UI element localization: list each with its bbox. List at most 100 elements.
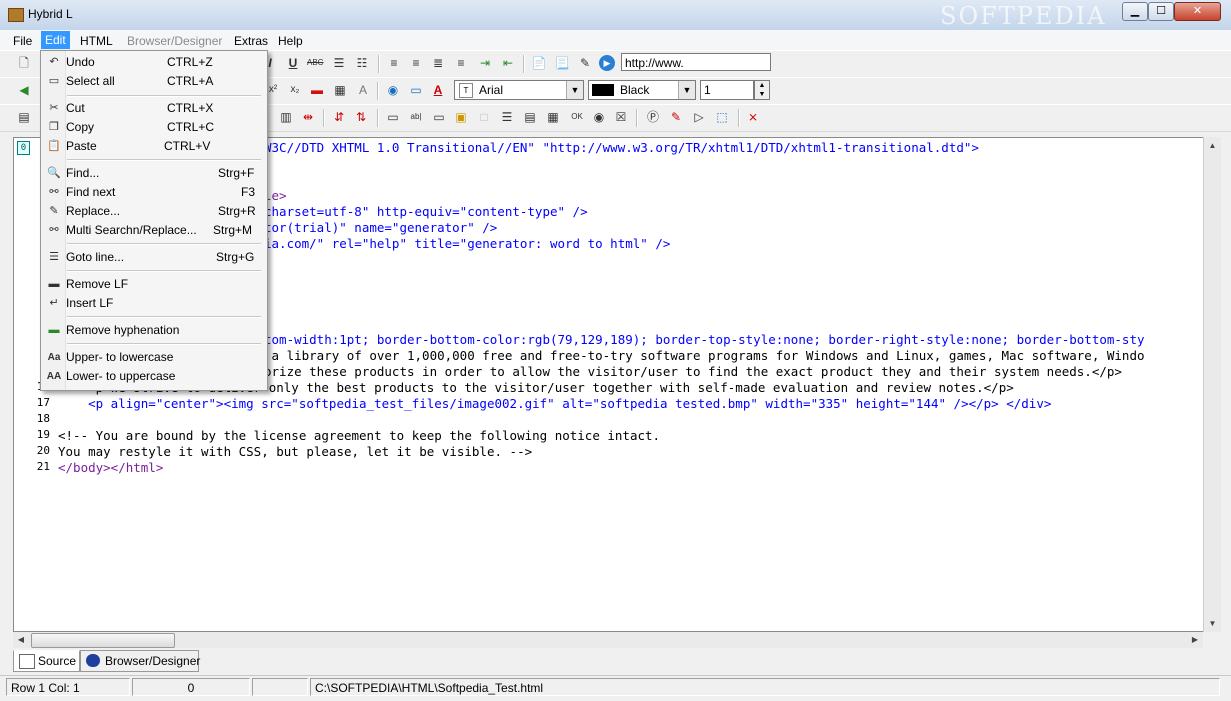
dotted-box-icon[interactable]: ⬚ <box>714 109 730 125</box>
paragraph-icon[interactable]: Ⓟ <box>645 109 661 125</box>
status-bar: Row 1 Col: 1 0 C:\SOFTPEDIA\HTML\Softped… <box>0 675 1231 701</box>
menu-html[interactable]: HTML <box>76 33 117 49</box>
menu-item-select-all[interactable]: ▭ Select all CTRL+A <box>43 72 265 91</box>
indent-icon[interactable]: ⇥ <box>477 55 493 71</box>
outdent-icon[interactable]: ⇤ <box>500 55 516 71</box>
menu-item-paste[interactable]: 📋 Paste CTRL+V <box>43 137 265 156</box>
menu-help[interactable]: Help <box>274 33 307 49</box>
menu-item-insert-lf[interactable]: ↵ Insert LF <box>43 294 265 313</box>
table-columns-icon[interactable]: ▥ <box>278 109 294 125</box>
back-arrow-icon[interactable]: ◀ <box>16 82 32 98</box>
globe-icon <box>86 654 100 667</box>
scroll-left-icon[interactable]: ◀ <box>13 632 29 648</box>
vertical-scrollbar[interactable]: ▲ ▼ <box>1203 137 1221 632</box>
horizontal-rule-icon[interactable]: ▬ <box>309 82 325 98</box>
globe-icon[interactable]: ◉ <box>385 82 401 98</box>
menu-item-multi-search[interactable]: ⚯ Multi Searchn/Replace... Strg+M <box>43 221 265 240</box>
spin-up-icon: ▲ <box>758 82 766 89</box>
form-icon[interactable]: ▭ <box>385 109 401 125</box>
split-rows-icon[interactable]: ⇅ <box>353 109 369 125</box>
underline-icon[interactable]: U <box>285 55 301 71</box>
menu-item-undo[interactable]: ↶ Undo CTRL+Z <box>43 53 265 72</box>
minimize-button[interactable]: ▁ <box>1122 2 1148 21</box>
color-swatch <box>592 84 614 96</box>
code-line: orize these products in order to allow t… <box>264 364 1122 379</box>
align-right-icon[interactable]: ≡ <box>453 55 469 71</box>
menu-extras[interactable]: Extras <box>230 33 272 49</box>
numbered-list-icon[interactable]: ☷ <box>354 55 370 71</box>
scroll-down-icon[interactable]: ▼ <box>1204 615 1221 632</box>
blank-field-icon[interactable]: □ <box>476 109 492 125</box>
menu-item-find-next[interactable]: ⚯ Find next F3 <box>43 183 265 202</box>
multi-search-icon: ⚯ <box>49 224 59 236</box>
image-icon[interactable]: ▭ <box>408 82 424 98</box>
menu-item-lower-to-upper[interactable]: AA Lower- to uppercase <box>43 367 265 386</box>
split-columns-icon[interactable]: ⇹ <box>300 109 316 125</box>
menu-item-upper-to-lower[interactable]: Aa Upper- to lowercase <box>43 348 265 367</box>
edit-doc-icon[interactable]: ✎ <box>668 109 684 125</box>
layout-icon[interactable]: ▤ <box>16 109 32 125</box>
font-type-icon: T <box>459 83 473 98</box>
menu-item-remove-hyphenation[interactable]: ▬ Remove hyphenation <box>43 321 265 340</box>
no-edit-icon[interactable]: ⨯ <box>745 109 761 125</box>
scroll-right-icon[interactable]: ▶ <box>1187 632 1203 648</box>
menu-edit[interactable]: Edit <box>41 31 70 49</box>
checkbox-icon[interactable]: ☒ <box>613 109 629 125</box>
folder-icon[interactable]: ▣ <box>453 109 469 125</box>
title-bar: Hybrid L SOFTPEDIA ▁ ☐ ✕ <box>0 0 1231 31</box>
size-input[interactable]: 1 <box>700 80 754 100</box>
menu-item-copy[interactable]: ❐ Copy CTRL+C <box>43 118 265 137</box>
close-button[interactable]: ✕ <box>1174 2 1221 21</box>
dropdown-arrow-icon: ▼ <box>678 81 695 99</box>
horizontal-scrollbar[interactable]: ◀ ▶ <box>13 632 1203 648</box>
textarea-icon[interactable]: ▭ <box>431 109 447 125</box>
text-color-icon[interactable]: A <box>430 82 446 98</box>
dropdown-arrow-icon: ▼ <box>566 81 583 99</box>
document-icon[interactable]: 📃 <box>554 55 570 71</box>
radio-icon[interactable]: ◉ <box>591 109 607 125</box>
font-icon[interactable]: A <box>355 82 371 98</box>
menu-browser-designer[interactable]: Browser/Designer <box>123 33 226 49</box>
menu-item-find[interactable]: 🔍 Find... Strg+F <box>43 164 265 183</box>
color-select[interactable]: Black ▼ <box>588 80 696 100</box>
menu-item-replace[interactable]: ✎ Replace... Strg+R <box>43 202 265 221</box>
replace-icon: ✎ <box>49 205 59 217</box>
close-icon: ✕ <box>1192 5 1203 17</box>
scroll-up-icon[interactable]: ▲ <box>1204 137 1221 154</box>
maximize-button[interactable]: ☐ <box>1148 2 1174 21</box>
bookmark-marker[interactable]: 0 <box>17 141 30 155</box>
url-input[interactable]: http://www. <box>621 53 771 71</box>
play-icon[interactable]: ▶ <box>599 55 615 71</box>
color-grid-icon[interactable]: ▦ <box>332 82 348 98</box>
code-line: <!-- You are bound by the license agreem… <box>58 428 661 443</box>
forward-icon[interactable]: ▷ <box>691 109 707 125</box>
horizontal-scroll-thumb[interactable] <box>31 633 175 648</box>
menu-item-remove-lf[interactable]: ▬ Remove LF <box>43 275 265 294</box>
font-select[interactable]: T Arial ▼ <box>454 80 584 100</box>
align-justify-icon[interactable]: ≣ <box>430 55 446 71</box>
tab-browser-designer[interactable]: Browser/Designer <box>80 650 201 672</box>
select-box-icon[interactable]: ▤ <box>522 109 538 125</box>
tab-source[interactable]: Source <box>13 650 80 672</box>
align-left-icon[interactable]: ≡ <box>386 55 402 71</box>
listbox-icon[interactable]: ☰ <box>499 109 515 125</box>
status-count: 0 <box>132 678 250 696</box>
tab-label: Browser/Designer <box>105 654 201 668</box>
menu-file[interactable]: File <box>9 33 36 49</box>
pen-icon[interactable]: ✎ <box>577 55 593 71</box>
bullet-list-icon[interactable]: ☰ <box>331 55 347 71</box>
strikethrough-icon[interactable]: ABC <box>307 55 323 71</box>
size-spinner[interactable]: ▲ ▼ <box>754 80 770 100</box>
page-icon[interactable]: 📄 <box>531 55 547 71</box>
menu-item-goto-line[interactable]: ☰ Goto line... Strg+G <box>43 248 265 267</box>
grid-icon[interactable]: ▦ <box>545 109 561 125</box>
subscript-icon[interactable]: x₂ <box>287 82 303 98</box>
align-center-icon[interactable]: ≡ <box>408 55 424 71</box>
textfield-icon[interactable]: ab| <box>408 109 424 125</box>
menu-item-cut[interactable]: ✂ Cut CTRL+X <box>43 99 265 118</box>
new-file-icon[interactable]: 🗋 <box>16 55 32 71</box>
ok-button-icon[interactable]: OK <box>569 109 585 125</box>
copy-icon: ❐ <box>49 121 59 133</box>
line-number: 21 <box>36 460 50 473</box>
merge-rows-icon[interactable]: ⇵ <box>331 109 347 125</box>
